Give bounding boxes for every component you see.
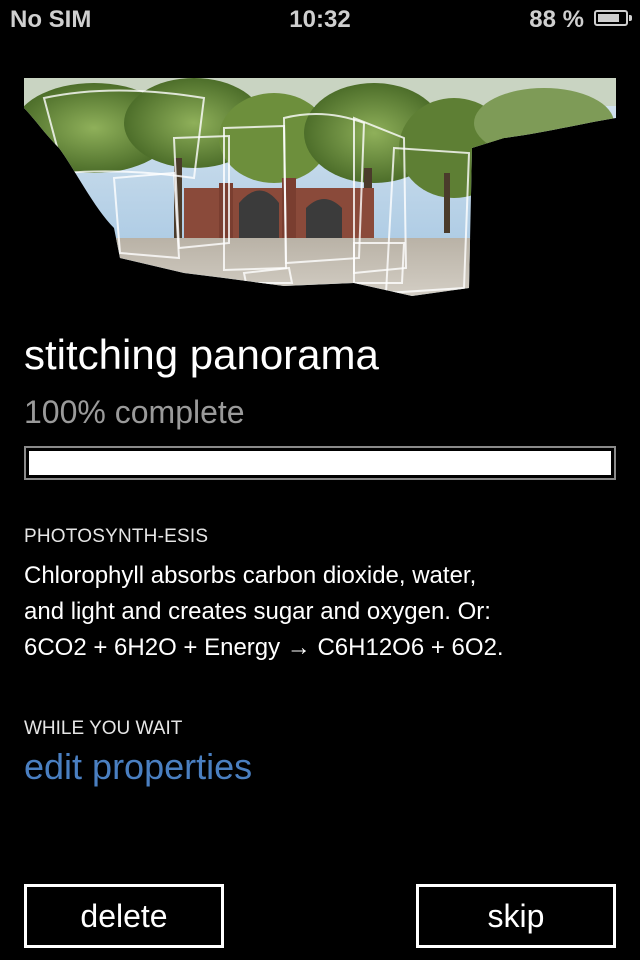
tip-heading: PHOTOSYNTH-ESIS (24, 526, 209, 547)
battery-percent: 88 % (529, 6, 584, 33)
skip-button[interactable]: skip (416, 884, 616, 948)
tip-body-line: Chlorophyll absorbs carbon dioxide, wate… (24, 562, 477, 589)
progress-status: 100% complete (24, 394, 245, 430)
tip-body-line: and light and creates sugar and oxygen. … (24, 598, 491, 625)
edit-properties-link[interactable]: edit properties (24, 746, 252, 788)
status-bar: No SIM 10:32 88 % (0, 0, 640, 40)
panorama-preview (24, 78, 616, 296)
battery-icon (594, 10, 632, 26)
delete-button[interactable]: delete (24, 884, 224, 948)
progress-bar (24, 446, 616, 480)
tip-body: Chlorophyll absorbs carbon dioxide, wate… (24, 558, 624, 666)
progress-bar-fill (29, 451, 611, 475)
battery-level (598, 14, 619, 22)
page-title: stitching panorama (24, 331, 379, 378)
wait-heading: WHILE YOU WAIT (24, 718, 183, 739)
tip-body-line: 6CO2 + 6H2O + Energy → C6H12O6 + 6O2. (24, 634, 504, 661)
